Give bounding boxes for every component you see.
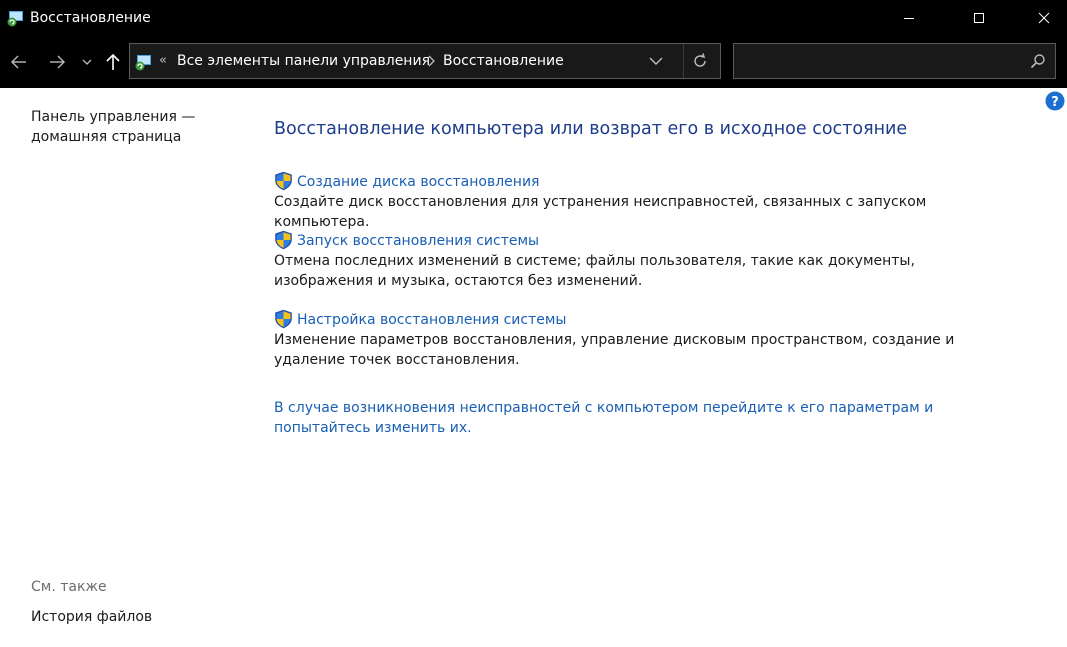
page-title: Восстановление компьютера или возврат ег…: [274, 119, 908, 139]
close-button[interactable]: [1021, 0, 1067, 36]
shield-icon: [275, 230, 292, 250]
task-create-recovery-drive: Создание диска восстановления Создайте д…: [274, 171, 1014, 232]
search-input[interactable]: [734, 44, 1019, 78]
help-icon[interactable]: ?: [1045, 91, 1065, 111]
window-title: Восстановление: [30, 10, 151, 26]
up-button[interactable]: [102, 50, 124, 74]
address-overflow-chevron[interactable]: «: [159, 52, 167, 70]
troubleshoot-settings-link[interactable]: В случае возникновения неисправностей с …: [274, 398, 1014, 438]
search-icon[interactable]: [1030, 53, 1046, 69]
arrow-left-icon: [11, 55, 26, 69]
chevron-down-icon: [82, 59, 92, 65]
create-recovery-drive-link[interactable]: Создание диска восстановления: [297, 172, 539, 192]
control-panel-home-link[interactable]: Панель управления — домашняя страница: [31, 107, 231, 147]
address-divider: [683, 44, 684, 78]
minimize-button[interactable]: [886, 0, 932, 36]
minimize-icon: [904, 18, 914, 19]
task-description: Отмена последних изменений в системе; фа…: [274, 253, 915, 289]
file-history-link[interactable]: История файлов: [31, 608, 152, 626]
navigation-bar: « Все элементы панели управления Восстан…: [0, 36, 1067, 88]
recovery-icon: [7, 11, 23, 27]
arrow-right-icon: [50, 55, 65, 69]
back-button[interactable]: [6, 50, 32, 74]
task-description: Изменение параметров восстановления, упр…: [274, 332, 955, 368]
maximize-button[interactable]: [956, 0, 1002, 36]
breadcrumb-recovery[interactable]: Восстановление: [443, 52, 564, 70]
open-system-restore-link[interactable]: Запуск восстановления системы: [297, 231, 539, 251]
title-bar[interactable]: Восстановление: [0, 0, 1067, 36]
task-configure-system-restore: Настройка восстановления системы Изменен…: [274, 309, 1014, 370]
see-also-label: См. также: [31, 579, 107, 595]
task-description: Создайте диск восстановления для устране…: [274, 194, 927, 230]
address-bar[interactable]: « Все элементы панели управления Восстан…: [129, 43, 721, 79]
search-box[interactable]: [733, 43, 1056, 79]
close-icon: [1038, 12, 1050, 24]
recent-locations-button[interactable]: [80, 50, 94, 74]
svg-text:?: ?: [1051, 95, 1059, 110]
shield-icon: [275, 171, 292, 191]
arrow-up-icon: [106, 53, 120, 70]
configure-system-restore-link[interactable]: Настройка восстановления системы: [297, 310, 566, 330]
breadcrumb-all-control-panel-items[interactable]: Все элементы панели управления: [177, 52, 430, 70]
refresh-icon[interactable]: [691, 52, 709, 70]
maximize-icon: [974, 13, 984, 23]
chevron-right-icon[interactable]: [426, 54, 436, 68]
recovery-icon: [135, 55, 151, 71]
chevron-down-icon[interactable]: [648, 54, 664, 68]
task-open-system-restore: Запуск восстановления системы Отмена пос…: [274, 230, 1014, 291]
forward-button[interactable]: [44, 50, 70, 74]
shield-icon: [275, 309, 292, 329]
